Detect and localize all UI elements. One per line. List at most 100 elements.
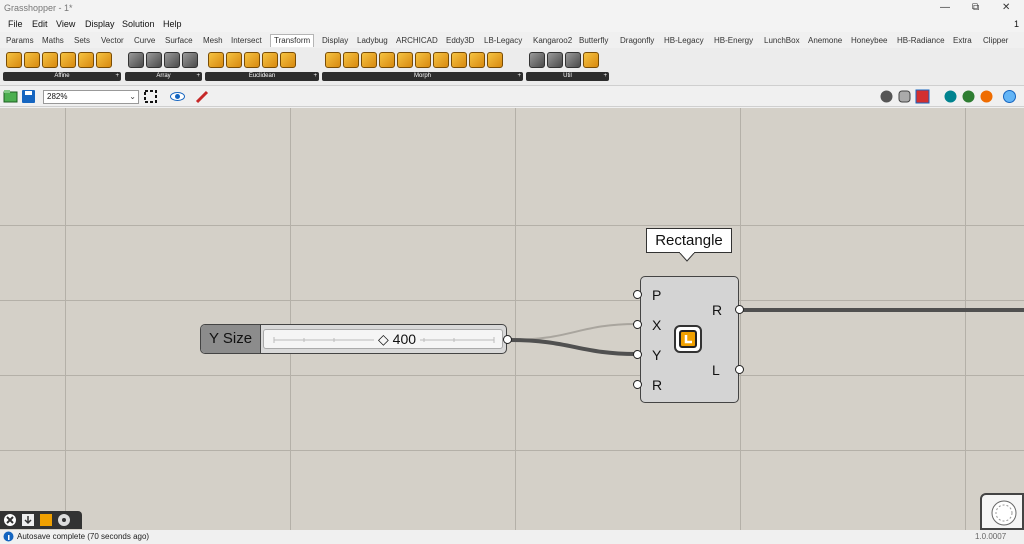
- expand-icon[interactable]: +: [517, 72, 521, 81]
- flow-icon[interactable]: [397, 52, 413, 68]
- tab-hb-radiance[interactable]: HB-Radiance: [897, 36, 945, 45]
- tab-extra[interactable]: Extra: [953, 36, 972, 45]
- tab-transform[interactable]: Transform: [270, 34, 315, 47]
- input-grip-y[interactable]: [633, 350, 642, 359]
- tab-curve[interactable]: Curve: [134, 36, 155, 45]
- mirror-icon[interactable]: [208, 52, 224, 68]
- expand-icon[interactable]: +: [313, 72, 317, 81]
- globe-icon[interactable]: [1002, 89, 1017, 104]
- tab-display[interactable]: Display: [322, 36, 348, 45]
- plugin-icon[interactable]: [39, 513, 53, 527]
- preview-shaded-icon[interactable]: [915, 89, 930, 104]
- tab-sets[interactable]: Sets: [74, 36, 90, 45]
- polar-array-icon[interactable]: [164, 52, 180, 68]
- tab-eddy3d[interactable]: Eddy3D: [446, 36, 474, 45]
- tab-params[interactable]: Params: [6, 36, 34, 45]
- shear-icon[interactable]: [42, 52, 58, 68]
- canvas[interactable]: [0, 108, 1024, 530]
- preview-mesh-icon[interactable]: [943, 89, 958, 104]
- ribbon-group-affine: Affine +: [3, 50, 121, 81]
- transform-icon[interactable]: [565, 52, 581, 68]
- preview-color-icon[interactable]: [979, 89, 994, 104]
- tab-maths[interactable]: Maths: [42, 36, 64, 45]
- tab-lb-legacy[interactable]: LB-Legacy: [484, 36, 522, 45]
- menu-edit[interactable]: Edit: [32, 19, 48, 29]
- mirror-surface-icon[interactable]: [451, 52, 467, 68]
- rectangle-component[interactable]: P X Y R R L: [640, 276, 739, 403]
- rectangle-mapping-icon[interactable]: [96, 52, 112, 68]
- rectangular-array-icon[interactable]: [182, 52, 198, 68]
- input-grip-x[interactable]: [633, 320, 642, 329]
- orient-icon[interactable]: [244, 52, 260, 68]
- tab-butterfly[interactable]: Butterfly: [579, 36, 608, 45]
- menu-display[interactable]: Display: [85, 19, 115, 29]
- rotate-axis-icon[interactable]: [280, 52, 296, 68]
- expand-icon[interactable]: +: [196, 72, 200, 81]
- tab-intersect[interactable]: Intersect: [231, 36, 262, 45]
- canvas-navigator[interactable]: [980, 493, 1024, 530]
- scale-nu-icon[interactable]: [24, 52, 40, 68]
- output-grip-l[interactable]: [735, 365, 744, 374]
- close-canvas-icon[interactable]: [3, 513, 17, 527]
- minimize-button[interactable]: —: [940, 2, 950, 13]
- zoom-extents-icon[interactable]: [143, 89, 158, 104]
- preview-selected-icon[interactable]: [961, 89, 976, 104]
- grid-line: [740, 108, 741, 530]
- curve-array-icon[interactable]: [128, 52, 144, 68]
- eye-icon[interactable]: [170, 89, 185, 104]
- tab-hb-energy[interactable]: HB-Energy: [714, 36, 753, 45]
- tab-archicad[interactable]: ARCHICAD: [396, 36, 438, 45]
- slider-value[interactable]: ◇ 400: [374, 331, 421, 348]
- box-mapping-icon[interactable]: [78, 52, 94, 68]
- tab-clipper[interactable]: Clipper: [983, 36, 1008, 45]
- tab-vector[interactable]: Vector: [101, 36, 124, 45]
- box-morph-icon[interactable]: [343, 52, 359, 68]
- tab-hb-legacy[interactable]: HB-Legacy: [664, 36, 704, 45]
- open-file-icon[interactable]: [3, 89, 18, 104]
- scale-icon[interactable]: [6, 52, 22, 68]
- save-file-icon[interactable]: [21, 89, 36, 104]
- menu-help[interactable]: Help: [163, 19, 182, 29]
- tab-ladybug[interactable]: Ladybug: [357, 36, 388, 45]
- tab-mesh[interactable]: Mesh: [203, 36, 223, 45]
- move-icon[interactable]: [226, 52, 242, 68]
- rotate-icon[interactable]: [262, 52, 278, 68]
- surface-box-icon[interactable]: [487, 52, 503, 68]
- menu-file[interactable]: File: [8, 19, 23, 29]
- project-icon[interactable]: [60, 52, 76, 68]
- blend-box-icon[interactable]: [325, 52, 341, 68]
- bend-deform-icon[interactable]: [361, 52, 377, 68]
- sketch-pen-icon[interactable]: [195, 89, 210, 104]
- tab-kangaroo2[interactable]: Kangaroo2: [533, 36, 572, 45]
- camera-obscura-icon[interactable]: [379, 52, 395, 68]
- restore-button[interactable]: ⧉: [972, 2, 979, 13]
- compound-icon[interactable]: [529, 52, 545, 68]
- tab-honeybee[interactable]: Honeybee: [851, 36, 887, 45]
- output-grip-r[interactable]: [735, 305, 744, 314]
- input-grip-r[interactable]: [633, 380, 642, 389]
- split-icon[interactable]: [547, 52, 563, 68]
- tab-anemone[interactable]: Anemone: [808, 36, 842, 45]
- zoom-select[interactable]: 282% ⌄: [43, 90, 139, 104]
- tab-dragonfly[interactable]: Dragonfly: [620, 36, 654, 45]
- preview-wireframe-icon[interactable]: [897, 89, 912, 104]
- input-grip-p[interactable]: [633, 290, 642, 299]
- menu-solution[interactable]: Solution: [122, 19, 155, 29]
- number-slider[interactable]: Y Size ◇ 400: [200, 324, 507, 354]
- download-icon[interactable]: [21, 513, 35, 527]
- preview-off-icon[interactable]: [879, 89, 894, 104]
- slider-track[interactable]: ◇ 400: [263, 329, 503, 349]
- stretch-icon[interactable]: [469, 52, 485, 68]
- tab-lunchbox[interactable]: LunchBox: [764, 36, 800, 45]
- map-to-surface-icon[interactable]: [415, 52, 431, 68]
- tab-surface[interactable]: Surface: [165, 36, 193, 45]
- close-button[interactable]: ✕: [1002, 2, 1010, 13]
- slider-output-grip[interactable]: [503, 335, 512, 344]
- expand-icon[interactable]: +: [603, 72, 607, 81]
- maelstrom-icon[interactable]: [433, 52, 449, 68]
- linear-array-icon[interactable]: [146, 52, 162, 68]
- menu-view[interactable]: View: [56, 19, 75, 29]
- settings-icon[interactable]: [57, 513, 71, 527]
- inverse-transform-icon[interactable]: [583, 52, 599, 68]
- expand-icon[interactable]: +: [115, 72, 119, 81]
